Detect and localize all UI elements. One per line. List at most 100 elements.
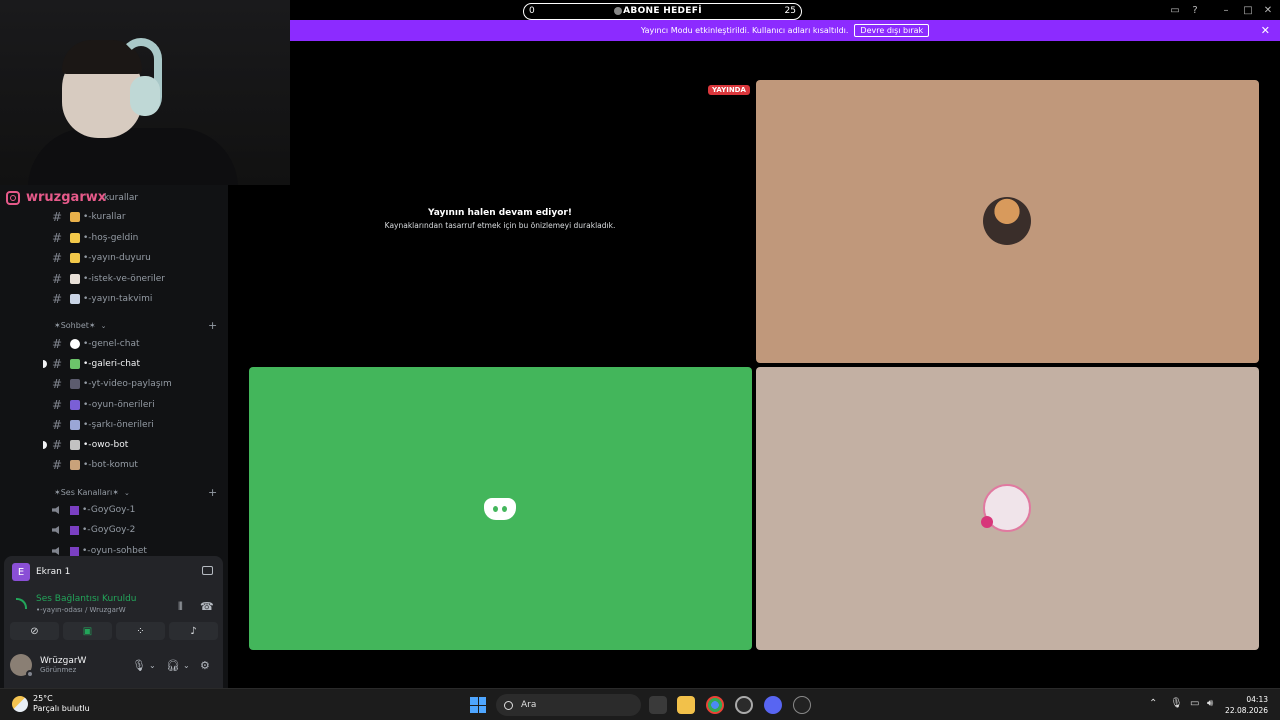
hash-icon: # [52, 292, 63, 306]
taskbar-search[interactable]: Ara [496, 694, 641, 716]
chevron-down-icon[interactable]: ⌄ [149, 661, 156, 670]
voice-action-buttons: ⊘ ▣ ⁘ ♪ [10, 622, 218, 640]
noise-suppression-icon[interactable]: ⦀ [178, 600, 183, 614]
participant-avatar [983, 197, 1031, 245]
category-ses-kanallari[interactable]: ✶Ses Kanalları✶ ⌄ + [54, 486, 217, 499]
hash-icon: # [52, 418, 63, 432]
channel-bot-komut[interactable]: # •-bot-komut [52, 457, 138, 473]
channel-oyun-onerileri[interactable]: # •-oyun-önerileri [52, 397, 155, 413]
stop-screen-share-icon[interactable] [202, 566, 213, 575]
task-view-icon[interactable] [649, 696, 667, 714]
bell-emoji-icon [70, 253, 80, 263]
inbox-icon[interactable]: ▭ [1168, 3, 1182, 17]
add-channel-icon[interactable]: + [208, 486, 217, 499]
channel-galeri-chat[interactable]: # •-galeri-chat [52, 356, 140, 372]
disable-streamer-mode-button[interactable]: Devre dışı bırak [854, 24, 930, 37]
calendar-emoji-icon [70, 294, 80, 304]
unread-indicator [43, 441, 47, 449]
soundboard-button[interactable]: ♪ [169, 622, 218, 640]
channel-yayin-duyuru[interactable]: # •-yayın-duyuru [52, 250, 151, 266]
music-note-emoji-icon [70, 420, 80, 430]
channel-kurallar[interactable]: # •-kurallar [52, 209, 126, 225]
partial-channel-text: kurallar [104, 193, 139, 203]
user-status: Görünmez [40, 666, 77, 674]
file-explorer-icon[interactable] [677, 696, 695, 714]
paused-title: Yayının halen devam ediyor! [428, 208, 572, 218]
channel-istek-ve-oneriler[interactable]: # •-istek-ve-öneriler [52, 271, 165, 287]
channel-genel-chat[interactable]: # •-genel-chat [52, 336, 140, 352]
hash-icon: # [52, 398, 63, 412]
channel-owo-bot[interactable]: # •-owo-bot [52, 437, 128, 453]
hash-icon: # [52, 438, 63, 452]
hash-icon: # [52, 357, 63, 371]
chevron-down-icon: ⌄ [100, 321, 107, 330]
channel-label: •-bot-komut [83, 460, 138, 470]
help-icon[interactable]: ? [1188, 3, 1202, 17]
instagram-icon [6, 190, 20, 205]
gear-icon[interactable]: ⚙ [200, 659, 210, 672]
windows-taskbar: 25°C Parçalı bulutlu Ara ⌃ 🎙︎ ▭ 🔊︎ 04:13… [0, 688, 1280, 720]
weather-widget[interactable]: 25°C Parçalı bulutlu [12, 694, 90, 714]
purple-emoji-icon [70, 546, 79, 556]
chevron-up-icon[interactable]: ⌃ [1149, 698, 1157, 709]
channel-label: •-GoyGoy-2 [82, 525, 136, 535]
maximize-icon[interactable]: □ [1242, 3, 1254, 17]
camera-off-button[interactable]: ⊘ [10, 622, 59, 640]
voice-channel-goygoy-1[interactable]: •-GoyGoy-1 [52, 502, 135, 518]
speaker-icon [52, 526, 59, 534]
screen-share-item[interactable]: E Ekran 1 [12, 563, 70, 581]
avatar [10, 654, 34, 678]
memo-emoji-icon [70, 274, 80, 284]
channel-yayin-takvimi[interactable]: # •-yayın-takvimi [52, 291, 152, 307]
participant-tile-1[interactable] [756, 80, 1259, 363]
chevron-down-icon[interactable]: ⌄ [183, 661, 190, 670]
taskbar-clock[interactable]: 04:13 22.08.2026 [1225, 694, 1268, 716]
disconnect-icon[interactable]: ☎ [200, 600, 214, 613]
avatar-decoration [981, 516, 993, 528]
participant-tile-3[interactable] [756, 367, 1259, 650]
voice-channel-goygoy-2[interactable]: •-GoyGoy-2 [52, 522, 135, 538]
chrome-icon[interactable] [706, 696, 724, 714]
category-label: ✶Ses Kanalları✶ [54, 488, 119, 497]
participant-tile-2[interactable] [249, 367, 752, 650]
tools-emoji-icon [70, 460, 80, 470]
purple-emoji-icon [70, 505, 79, 515]
weather-condition: Parçalı bulutlu [33, 704, 90, 713]
microphone-icon[interactable]: 🎙︎ [132, 659, 146, 672]
hash-icon: # [52, 272, 63, 286]
streamer-mode-banner: Yayıncı Modu etkinleştirildi. Kullanıcı … [290, 20, 1280, 41]
screen-share-button[interactable]: ▣ [63, 622, 112, 640]
network-icon[interactable]: ▭ [1190, 698, 1199, 709]
screen-share-label: Ekran 1 [36, 567, 71, 577]
volume-icon[interactable]: 🔊︎ [1207, 698, 1213, 709]
speaker-icon [52, 547, 59, 555]
minimize-icon[interactable]: – [1220, 3, 1232, 17]
hash-icon: # [52, 231, 63, 245]
webcam-person-body [28, 128, 238, 185]
channel-label: •-şarkı-önerileri [83, 420, 154, 430]
app-icon[interactable] [793, 696, 811, 714]
channel-sarki-onerileri[interactable]: # •-şarkı-önerileri [52, 417, 154, 433]
voice-user-panel: E Ekran 1 Ses Bağlantısı Kuruldu •-yayın… [4, 556, 223, 688]
activities-button[interactable]: ⁘ [116, 622, 165, 640]
app-icon[interactable] [735, 696, 753, 714]
close-window-icon[interactable]: ✕ [1262, 3, 1274, 17]
close-banner-icon[interactable]: ✕ [1261, 24, 1270, 37]
add-channel-icon[interactable]: + [208, 319, 217, 332]
channel-label: •-hoş-geldin [83, 233, 139, 243]
channel-yt-video-paylasim[interactable]: # •-yt-video-paylaşım [52, 376, 172, 392]
windows-start-icon[interactable] [470, 697, 486, 713]
channel-label: •-GoyGoy-1 [82, 505, 136, 515]
channel-label: •-yayın-takvimi [83, 294, 153, 304]
hash-icon: # [52, 210, 63, 224]
user-profile[interactable]: WrüzgarW Görünmez [10, 654, 86, 678]
microphone-icon[interactable]: 🎙︎ [1170, 698, 1183, 709]
category-sohbet[interactable]: ✶Sohbet✶ ⌄ + [54, 319, 217, 332]
gamepad-emoji-icon [70, 400, 80, 410]
instagram-username: wruzgarwx [26, 190, 107, 205]
discord-icon[interactable] [764, 696, 782, 714]
headphones-icon[interactable]: 🎧︎ [166, 659, 180, 672]
banner-text: Yayıncı Modu etkinleştirildi. Kullanıcı … [640, 26, 849, 35]
unread-indicator [43, 360, 47, 368]
channel-hos-geldin[interactable]: # •-hoş-geldin [52, 230, 138, 246]
